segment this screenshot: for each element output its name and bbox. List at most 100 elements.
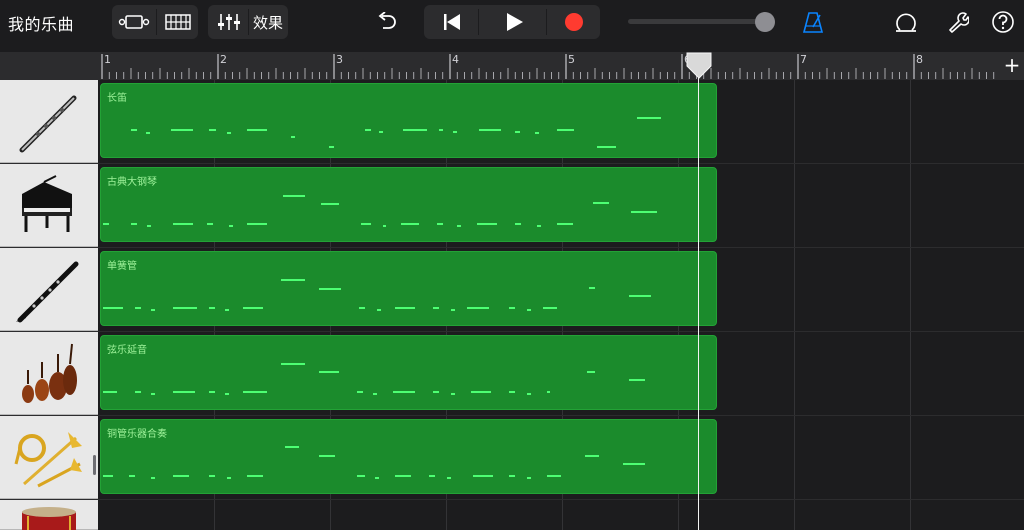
midi-note: [151, 309, 155, 311]
midi-note: [131, 129, 137, 131]
bar-number: 8: [916, 53, 923, 66]
track-header-piano[interactable]: [0, 164, 98, 247]
add-section-button[interactable]: +: [1000, 52, 1024, 80]
midi-note: [281, 363, 305, 365]
midi-note: [359, 307, 365, 309]
song-title[interactable]: 我的乐曲: [8, 11, 74, 35]
midi-note: [451, 393, 455, 395]
midi-note: [173, 475, 189, 477]
metronome-button[interactable]: [801, 9, 825, 35]
midi-note: [403, 129, 427, 131]
midi-note: [375, 477, 379, 479]
midi-note: [379, 131, 383, 133]
midi-note: [131, 223, 137, 225]
rewind-button[interactable]: [430, 8, 474, 36]
midi-note: [285, 446, 299, 448]
tracks-view-button[interactable]: [160, 9, 196, 35]
midi-note: [401, 223, 419, 225]
view-toggle-button[interactable]: [116, 9, 152, 35]
bar-number: 1: [104, 53, 111, 66]
midi-note: [357, 391, 363, 393]
midi-note: [547, 391, 550, 393]
midi-note: [527, 393, 531, 395]
region-clarinet[interactable]: 单簧管: [100, 251, 717, 326]
tracks-area[interactable]: 长笛 古典大钢琴 单簧管 弦乐延音 铜管乐器合奏: [98, 80, 1024, 530]
midi-note: [247, 129, 267, 131]
midi-note: [439, 129, 443, 131]
midi-note: [509, 307, 515, 309]
midi-note: [373, 393, 377, 395]
view-toggle-icon: [118, 15, 150, 29]
midi-note: [247, 223, 267, 225]
metronome-icon: [802, 12, 824, 33]
midi-note: [146, 132, 150, 134]
midi-note: [147, 225, 151, 227]
top-toolbar: 我的乐曲 效果: [0, 0, 1024, 44]
track-header-strings[interactable]: [0, 332, 98, 415]
midi-note: [319, 288, 341, 290]
midi-note: [321, 203, 339, 205]
midi-note: [433, 307, 439, 309]
timeline-ruler[interactable]: 1 2 3 4 5 6 7 8: [98, 52, 1024, 80]
settings-wrench-icon: [949, 12, 969, 33]
midi-note: [637, 117, 661, 119]
brass-icon: [14, 432, 82, 488]
fx-button[interactable]: 效果: [253, 12, 283, 33]
midi-note: [135, 307, 141, 309]
midi-note: [319, 371, 339, 373]
midi-note: [585, 455, 599, 457]
settings-button[interactable]: [944, 9, 972, 35]
mixer-icon: [218, 14, 240, 30]
mixer-button[interactable]: [212, 9, 246, 35]
midi-note: [243, 391, 267, 393]
region-label: 单簧管: [107, 261, 137, 272]
midi-note: [477, 223, 497, 225]
track-header-clarinet[interactable]: [0, 248, 98, 331]
bar-number: 3: [336, 53, 343, 66]
loop-browser-icon: [896, 13, 916, 32]
track-header-flute[interactable]: [0, 80, 98, 163]
midi-note: [173, 223, 193, 225]
midi-note: [557, 129, 574, 131]
region-brass[interactable]: 铜管乐器合奏: [100, 419, 717, 494]
midi-note: [527, 477, 531, 479]
midi-note: [395, 307, 415, 309]
volume-slider-knob[interactable]: [755, 12, 775, 32]
midi-note: [173, 391, 195, 393]
volume-slider[interactable]: [628, 19, 768, 24]
midi-note: [509, 475, 515, 477]
track-header-brass[interactable]: [0, 416, 98, 499]
midi-note: [227, 132, 231, 134]
playhead-handle[interactable]: [685, 52, 713, 80]
region-piano[interactable]: 古典大钢琴: [100, 167, 717, 242]
midi-note: [509, 391, 515, 393]
midi-note: [515, 131, 520, 133]
midi-note: [383, 225, 386, 227]
region-flute[interactable]: 长笛: [100, 83, 717, 158]
loop-browser-button[interactable]: [892, 9, 920, 35]
region-strings[interactable]: 弦乐延音: [100, 335, 717, 410]
column-resize-handle[interactable]: [93, 455, 96, 475]
midi-note: [129, 475, 135, 477]
region-label: 弦乐延音: [107, 345, 147, 356]
play-button[interactable]: [490, 8, 538, 36]
midi-note: [207, 223, 213, 225]
midi-note: [543, 307, 557, 309]
midi-note: [103, 475, 113, 477]
midi-note: [479, 129, 501, 131]
midi-note: [365, 129, 371, 131]
flute-icon: [19, 95, 77, 153]
track-header-drum[interactable]: [0, 500, 98, 530]
record-button[interactable]: [552, 8, 596, 36]
undo-button[interactable]: [374, 9, 400, 35]
midi-note: [535, 132, 539, 134]
midi-note: [623, 463, 645, 465]
midi-note: [537, 225, 541, 227]
midi-note: [281, 279, 305, 281]
midi-note: [429, 475, 435, 477]
midi-note: [103, 391, 117, 393]
midi-note: [243, 307, 263, 309]
midi-note: [283, 195, 305, 197]
help-button[interactable]: [990, 9, 1016, 35]
midi-note: [395, 475, 411, 477]
